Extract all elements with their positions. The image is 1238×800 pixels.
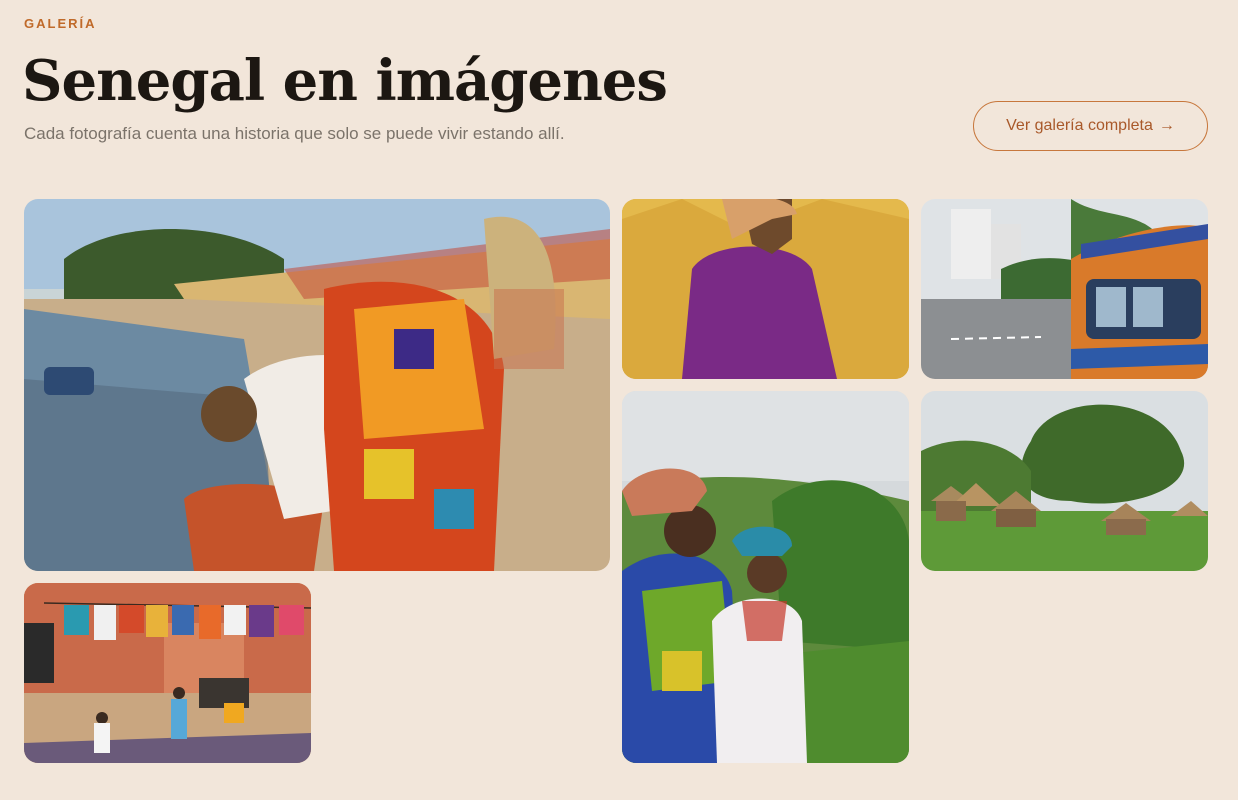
gallery-photo-street-bus[interactable] [921, 199, 1208, 379]
page-title: Senegal en imágenes [22, 48, 668, 114]
photo-image [921, 199, 1208, 379]
view-full-gallery-label: Ver galería completa [1006, 117, 1153, 134]
arrow-right-icon: → [1158, 117, 1175, 134]
gallery-eyebrow: GALERÍA [24, 16, 97, 31]
gallery-photo-laundry[interactable] [24, 583, 311, 763]
gallery-photo-beach-woman[interactable] [24, 199, 610, 571]
photo-image [24, 583, 311, 763]
photo-image [921, 391, 1208, 571]
view-full-gallery-button[interactable]: Ver galería completa → [973, 101, 1208, 151]
photo-image [622, 391, 909, 763]
page-subtitle: Cada fotografía cuenta una historia que … [24, 124, 565, 143]
photo-image [24, 199, 610, 571]
photo-image [622, 199, 909, 379]
gallery-photo-two-women[interactable] [622, 391, 909, 763]
gallery-photo-village[interactable] [921, 391, 1208, 571]
gallery-photo-wheat-field[interactable] [622, 199, 909, 379]
